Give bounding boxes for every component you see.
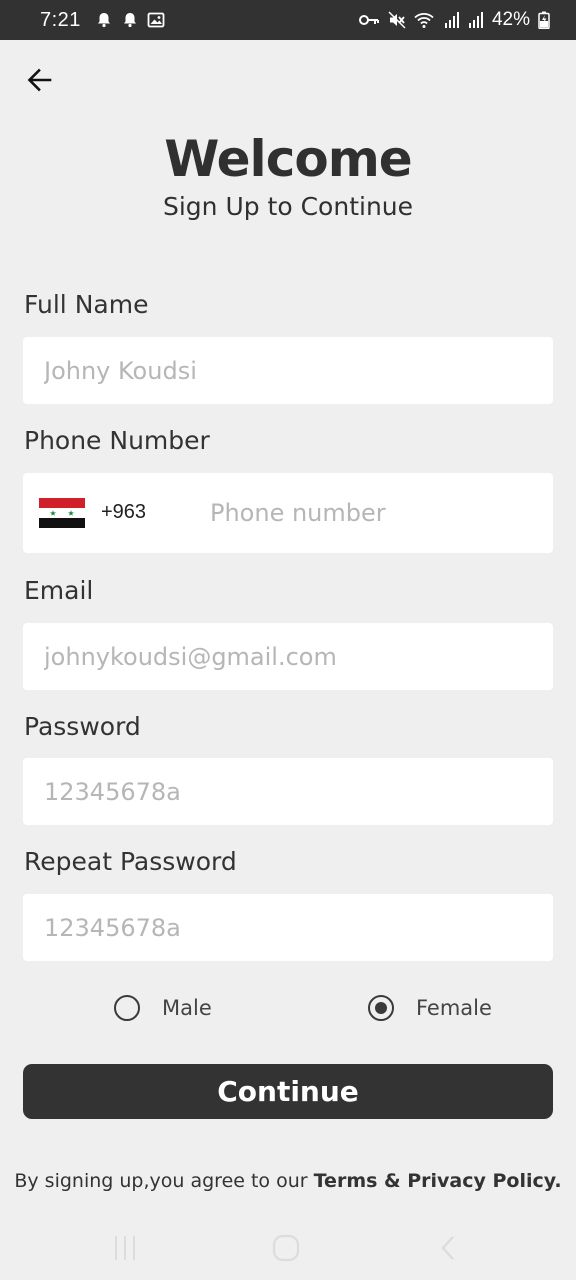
page-title: Welcome: [164, 130, 412, 188]
email-field-box: [23, 623, 553, 690]
battery-charging-icon: [538, 11, 550, 29]
password-label: Password: [24, 712, 141, 741]
image-icon: [147, 12, 165, 28]
full-name-input[interactable]: [23, 337, 553, 404]
back-arrow-icon[interactable]: [22, 62, 58, 98]
full-name-field-box: [23, 337, 553, 404]
full-name-label: Full Name: [24, 290, 149, 319]
email-input[interactable]: [23, 623, 553, 690]
status-bar: 7:21 42%: [0, 0, 576, 40]
terms-prefix: By signing up,you agree to our: [14, 1170, 314, 1192]
system-nav-bar: [0, 1220, 576, 1280]
gender-option-female[interactable]: Female: [368, 995, 492, 1021]
radio-male[interactable]: [114, 995, 140, 1021]
gender-label-male: Male: [162, 996, 212, 1020]
repeat-password-input[interactable]: [23, 894, 553, 961]
status-left: 7:21: [40, 9, 165, 32]
country-code[interactable]: +963: [101, 501, 146, 524]
terms-text: By signing up,you agree to our Terms & P…: [0, 1170, 576, 1192]
battery-percent: 42%: [491, 9, 530, 30]
signal-icon: [468, 12, 483, 28]
back-icon[interactable]: [438, 1234, 458, 1262]
continue-button[interactable]: Continue: [23, 1064, 553, 1119]
phone-number-label: Phone Number: [24, 426, 210, 455]
page-subtitle: Sign Up to Continue: [162, 192, 414, 221]
radio-selected-dot: [375, 1002, 387, 1014]
notification-bell-icon: [123, 13, 136, 28]
recents-icon[interactable]: [112, 1234, 138, 1262]
status-time: 7:21: [40, 8, 81, 31]
phone-field-box: +963: [23, 473, 553, 553]
signal-icon: [444, 12, 459, 28]
home-icon[interactable]: [272, 1234, 300, 1262]
vpn-key-icon: [358, 15, 379, 25]
wifi-icon: [414, 13, 434, 28]
notification-bell-icon: [97, 13, 110, 28]
password-input[interactable]: [23, 758, 553, 825]
gender-selector: Male Female: [0, 995, 576, 1035]
repeat-password-label: Repeat Password: [24, 847, 237, 876]
phone-number-input[interactable]: [189, 473, 549, 553]
email-label: Email: [24, 576, 94, 605]
password-field-box: [23, 758, 553, 825]
radio-female[interactable]: [368, 995, 394, 1021]
terms-privacy-link[interactable]: Terms & Privacy Policy.: [314, 1170, 562, 1192]
mute-icon: [388, 11, 406, 29]
syria-flag-icon[interactable]: [39, 498, 85, 528]
repeat-password-field-box: [23, 894, 553, 961]
gender-label-female: Female: [416, 996, 492, 1020]
gender-option-male[interactable]: Male: [114, 995, 212, 1021]
status-right: 42%: [358, 9, 550, 31]
